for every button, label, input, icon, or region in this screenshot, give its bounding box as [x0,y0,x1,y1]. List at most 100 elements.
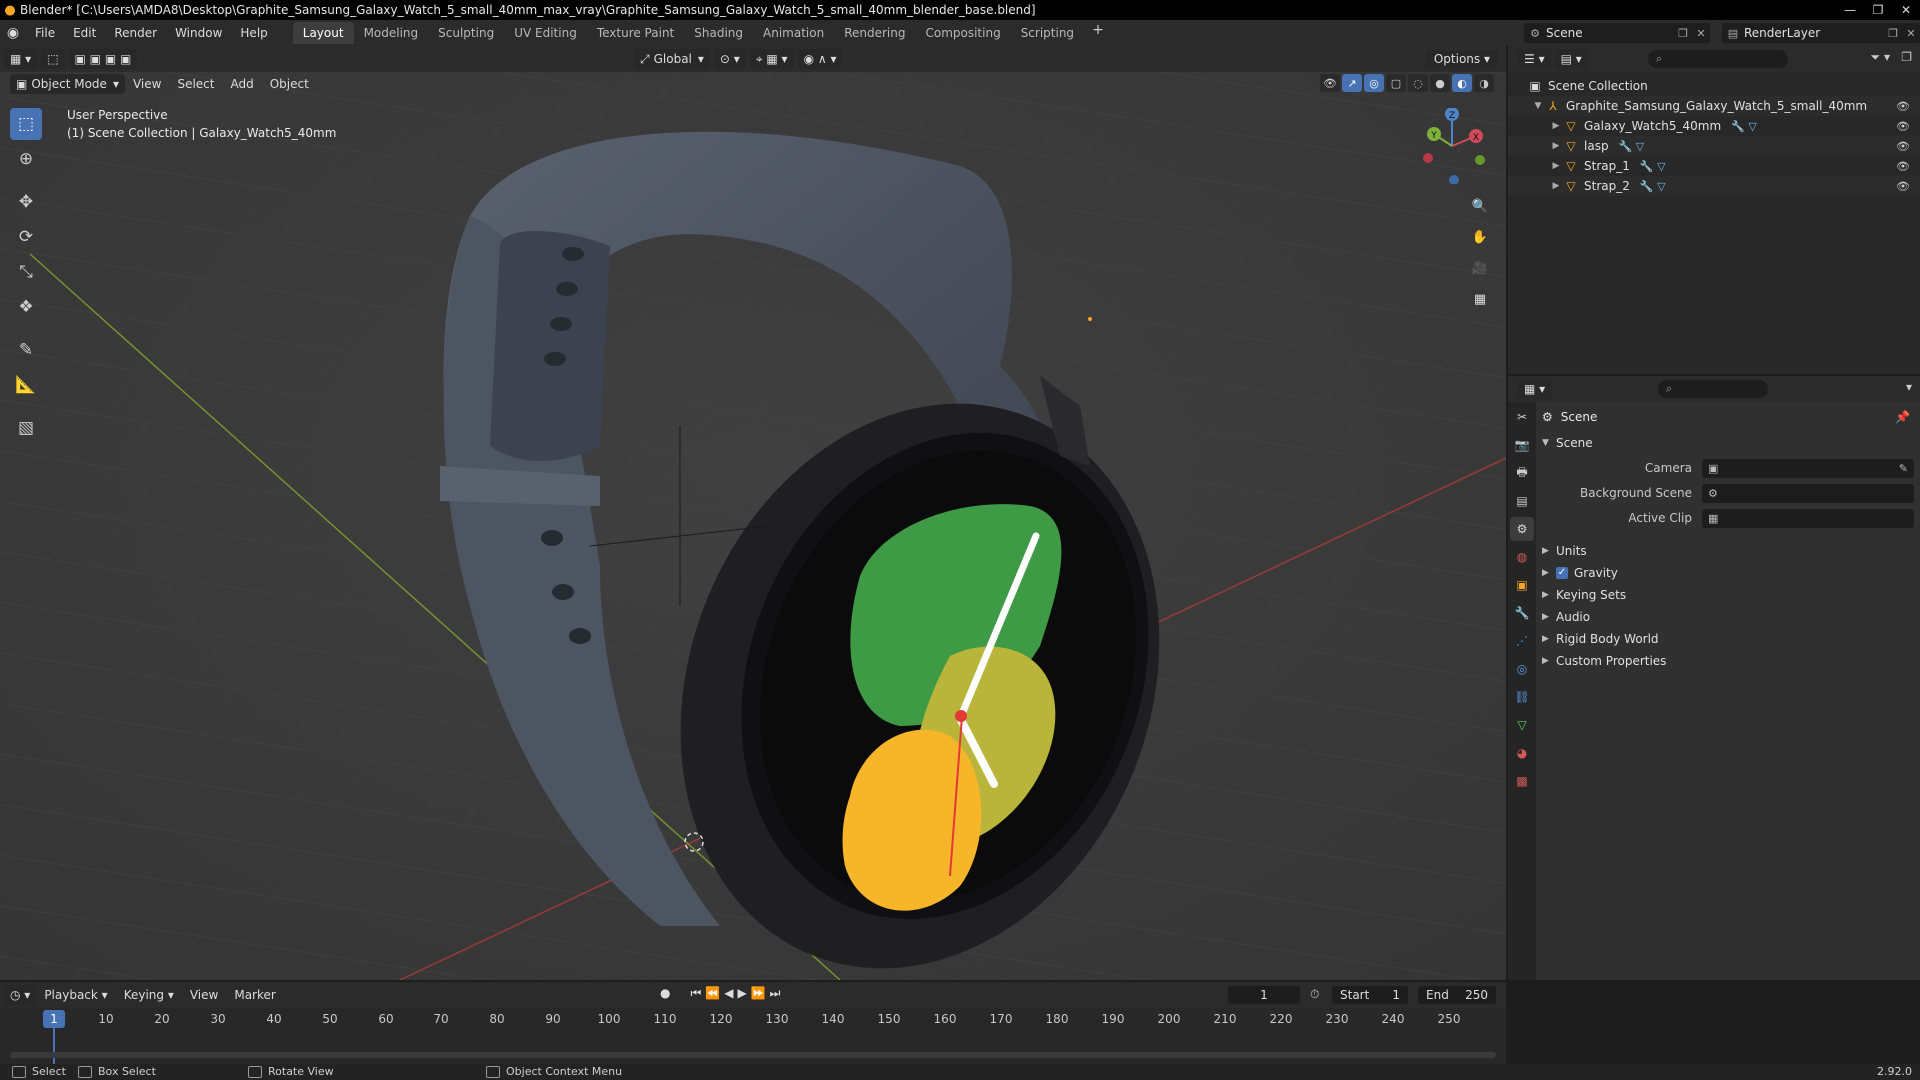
blender-menu-icon[interactable]: ◉ [0,25,26,41]
visibility-eye-icon[interactable]: 👁 [1896,140,1910,153]
outliner-object-row[interactable]: ▶ ▽ Galaxy_Watch5_40mm 🔧 ▽ 👁 [1508,116,1920,136]
pin-icon[interactable]: 📌 [1895,410,1910,424]
gravity-checkbox[interactable]: ✓ [1556,567,1568,579]
timeline-ruler[interactable]: 10 20 30 40 50 60 70 80 90 100 110 120 1… [0,1008,1506,1030]
background-scene-selector[interactable]: ⚙ [1702,483,1914,503]
solid-shading-icon[interactable]: ● [1430,74,1450,92]
view-layer-name[interactable]: RenderLayer [1744,26,1884,40]
gizmo-toggle-icon[interactable]: ↗ [1342,74,1362,92]
minimize-icon[interactable]: — [1836,0,1864,20]
play-icon[interactable]: ▶ [737,986,746,1001]
end-frame-field[interactable]: End 250 [1418,986,1496,1004]
timeline-menu-playback[interactable]: Playback ▾ [36,988,115,1002]
physics-tab-icon[interactable]: ◎ [1510,657,1534,681]
expand-arrow-icon[interactable]: ▶ [1542,590,1556,600]
expand-arrow-icon[interactable]: ▶ [1542,634,1556,644]
output-tab-icon[interactable]: 🖶 [1510,461,1534,485]
wireframe-shading-icon[interactable]: ◌ [1408,74,1428,92]
modifier-wrench-icon[interactable]: 🔧 ▽ [1731,120,1757,133]
audio-panel-header[interactable]: ▶ Audio [1542,606,1920,628]
playhead-line[interactable] [53,1028,55,1064]
material-shading-icon[interactable]: ◐ [1452,74,1472,92]
select-tool-icon[interactable]: ⬚ [41,49,65,69]
visibility-icon[interactable]: 👁 [1320,74,1340,92]
tool-tab-icon[interactable]: ✂ [1510,405,1534,429]
units-panel-header[interactable]: ▶ Units [1542,540,1920,562]
mode-select[interactable]: ▣ Object Mode ▾ [10,74,125,94]
properties-editor-type-icon[interactable]: ▦ ▾ [1518,379,1552,399]
perspective-toggle-icon[interactable]: ▦ [1468,287,1492,311]
record-icon[interactable]: ● [660,986,670,1001]
texture-tab-icon[interactable]: ▩ [1510,769,1534,793]
scene-selector[interactable]: ⚙ Scene ❐ ✕ [1524,23,1710,43]
rendered-shading-icon[interactable]: ◑ [1474,74,1494,92]
outliner-search-input[interactable]: ⌕ [1648,50,1788,68]
overlay-toggle-icon[interactable]: ◎ [1364,74,1384,92]
duplicate-scene-icon[interactable]: ❐ [1674,27,1692,40]
constraints-tab-icon[interactable]: ⛓ [1510,685,1534,709]
outliner-object-row[interactable]: ▶ ▽ Strap_2 🔧 ▽ 👁 [1508,176,1920,196]
snap-icon[interactable]: ⌖ ▦ ▾ [749,49,794,69]
outliner-scene-collection[interactable]: ▣ Scene Collection [1508,76,1920,96]
gizmo-neg-z-icon[interactable] [1449,175,1459,184]
delete-layer-icon[interactable]: ✕ [1902,27,1920,40]
material-tab-icon[interactable]: ◕ [1510,741,1534,765]
menu-window[interactable]: Window [166,22,231,44]
camera-view-icon[interactable]: 🎥 [1468,256,1492,280]
playhead-frame-indicator[interactable]: 1 [43,1010,65,1028]
view-layer-tab-icon[interactable]: ▤ [1510,489,1534,513]
pan-hand-icon[interactable]: ✋ [1468,225,1492,249]
gizmo-neg-y-icon[interactable] [1475,155,1485,165]
expand-arrow-icon[interactable]: ▶ [1550,141,1562,151]
select-mode-icons[interactable]: ▣ ▣ ▣ ▣ [68,49,138,69]
keying-sets-panel-header[interactable]: ▶ Keying Sets [1542,584,1920,606]
jump-start-icon[interactable]: ⏮ [690,986,701,1001]
particles-tab-icon[interactable]: ⋰ [1510,629,1534,653]
world-tab-icon[interactable]: ◍ [1510,545,1534,569]
viewport-menu-object[interactable]: Object [262,77,317,91]
render-tab-icon[interactable]: 📷 [1510,433,1534,457]
timeline-scrollbar[interactable] [10,1052,1496,1058]
move-tool-icon[interactable]: ✥ [10,186,42,218]
tab-layout[interactable]: Layout [292,22,354,44]
play-reverse-icon[interactable]: ◀ [724,986,733,1001]
transform-orientation-select[interactable]: ⤢ Global ▾ [634,49,710,69]
current-frame-field[interactable]: 1 [1228,986,1300,1004]
gizmo-neg-x-icon[interactable] [1423,153,1433,163]
rotate-tool-icon[interactable]: ⟳ [10,221,42,253]
custom-properties-panel-header[interactable]: ▶ Custom Properties [1542,650,1920,672]
expand-arrow-icon[interactable]: ▶ [1550,181,1562,191]
zoom-icon[interactable]: 🔍 [1468,194,1492,218]
tab-rendering[interactable]: Rendering [834,22,915,44]
3d-viewport[interactable]: ▦ ▾ ⬚ ▣ ▣ ▣ ▣ ⤢ Global ▾ ⊙ ▾ ⌖ ▦ ▾ ◉ ∧ ▾… [0,46,1506,980]
timeline-editor-type-icon[interactable]: ◷ ▾ [4,985,37,1005]
outliner-object-row[interactable]: ▶ ▽ lasp 🔧 ▽ 👁 [1508,136,1920,156]
object-tab-icon[interactable]: ▣ [1510,573,1534,597]
restore-icon[interactable]: ❐ [1864,0,1892,20]
tab-compositing[interactable]: Compositing [915,22,1010,44]
eyedropper-icon[interactable]: ✎ [1899,462,1908,475]
visibility-eye-icon[interactable]: 👁 [1896,100,1910,113]
start-frame-field[interactable]: Start 1 [1332,986,1408,1004]
scene-panel-header[interactable]: ▼ Scene [1542,432,1920,454]
outliner-collection-row[interactable]: ▼ ⅄ Graphite_Samsung_Galaxy_Watch_5_smal… [1508,96,1920,116]
scale-tool-icon[interactable]: ⤡ [10,256,42,288]
tab-sculpting[interactable]: Sculpting [428,22,504,44]
modifier-wrench-icon[interactable]: 🔧 ▽ [1640,160,1666,173]
gravity-panel-header[interactable]: ▶ ✓ Gravity [1542,562,1920,584]
properties-search-input[interactable]: ⌕ [1658,380,1768,398]
transform-tool-icon[interactable]: ❖ [10,291,42,323]
pivot-point-icon[interactable]: ⊙ ▾ [713,49,746,69]
editor-type-icon[interactable]: ▦ ▾ [4,49,38,69]
expand-arrow-icon[interactable]: ▼ [1542,438,1556,448]
scene-name[interactable]: Scene [1546,26,1674,40]
add-cube-tool-icon[interactable]: ▧ [10,412,42,444]
chevron-down-icon[interactable]: ▾ [1906,380,1912,394]
prev-keyframe-icon[interactable]: ⏪ [705,986,720,1001]
timeline-menu-view[interactable]: View [182,988,226,1002]
modifier-wrench-icon[interactable]: 🔧 ▽ [1619,140,1645,153]
select-box-tool-icon[interactable]: ⬚ [10,108,42,140]
tab-uv-editing[interactable]: UV Editing [504,22,587,44]
expand-arrow-icon[interactable]: ▼ [1532,101,1544,111]
expand-arrow-icon[interactable]: ▶ [1550,161,1562,171]
